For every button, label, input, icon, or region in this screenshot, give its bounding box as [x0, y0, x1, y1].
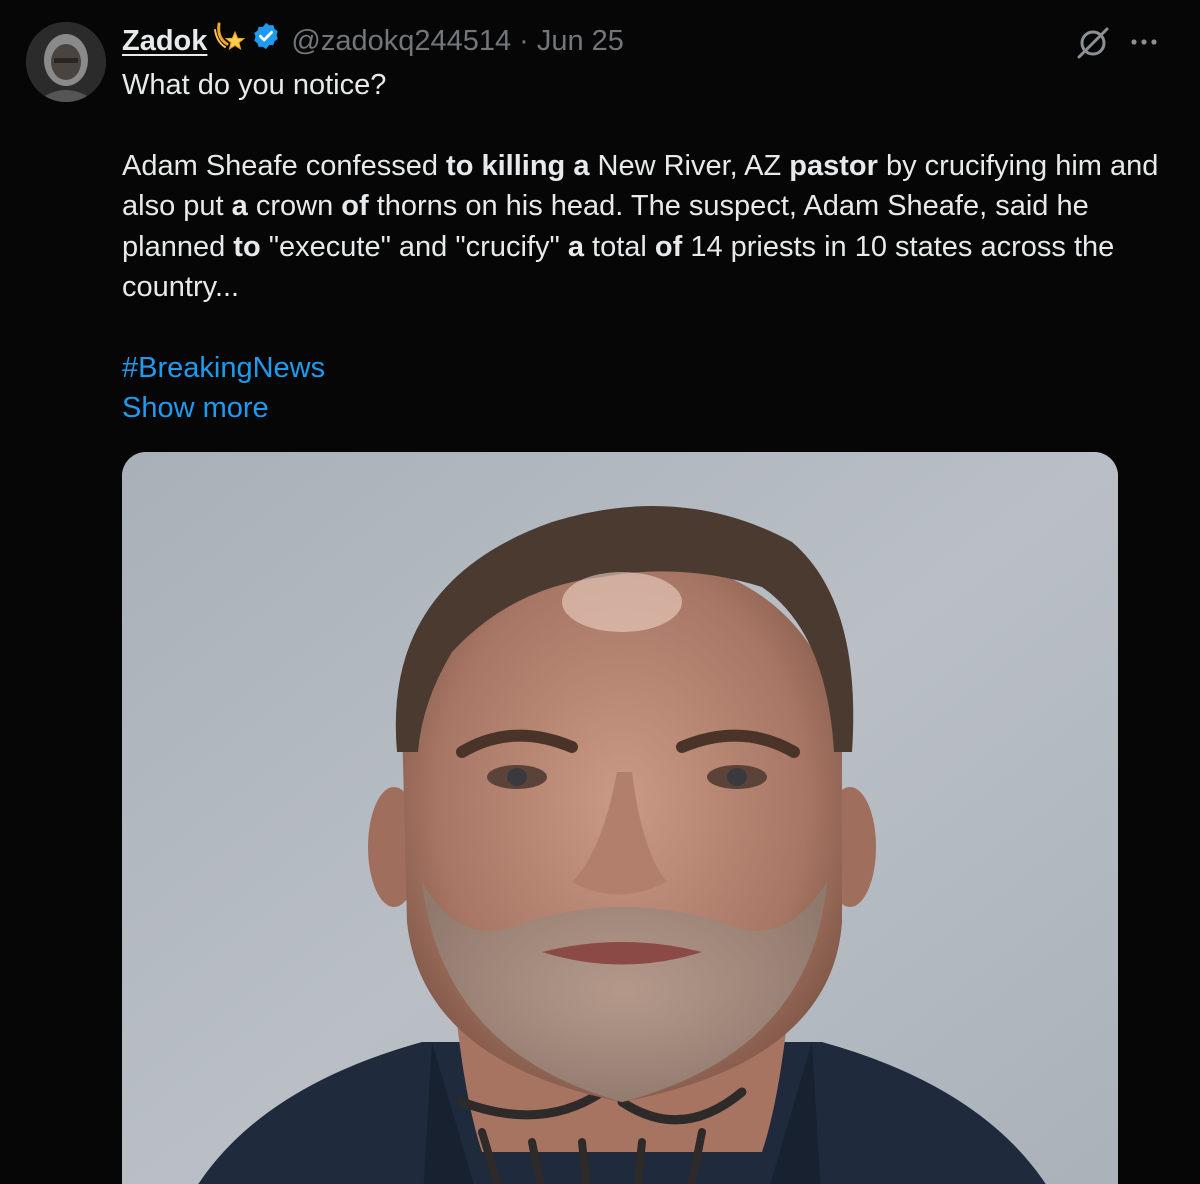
verified-badge-icon[interactable] — [251, 21, 281, 61]
separator-dot: · — [519, 25, 529, 57]
author-display-name[interactable]: Zadok — [122, 22, 207, 60]
tweet-date[interactable]: Jun 25 — [537, 22, 624, 60]
tweet-media-photo[interactable] — [122, 452, 1118, 1184]
tweet-body: Adam Sheafe confessed to killing a New R… — [122, 149, 1159, 304]
show-more-link[interactable]: Show more — [122, 392, 269, 424]
avatar[interactable] — [26, 22, 106, 102]
more-options-icon[interactable] — [1126, 28, 1162, 61]
tweet-text: What do you notice? Adam Sheafe confesse… — [122, 65, 1172, 429]
hashtag-link[interactable]: #BreakingNews — [122, 352, 325, 384]
tweet: Zadok @zadokq244514 · Jun 25 What do you… — [0, 0, 1200, 1184]
tweet-lead: What do you notice? — [122, 69, 387, 101]
avatar-image — [26, 22, 106, 102]
mugshot-photo — [122, 452, 1118, 1184]
tweet-header: Zadok @zadokq244514 · Jun 25 — [122, 22, 624, 60]
author-handle[interactable]: @zadokq244514 — [291, 22, 511, 60]
grok-icon[interactable] — [1074, 24, 1112, 67]
shooting-star-emoji-icon — [213, 20, 247, 62]
